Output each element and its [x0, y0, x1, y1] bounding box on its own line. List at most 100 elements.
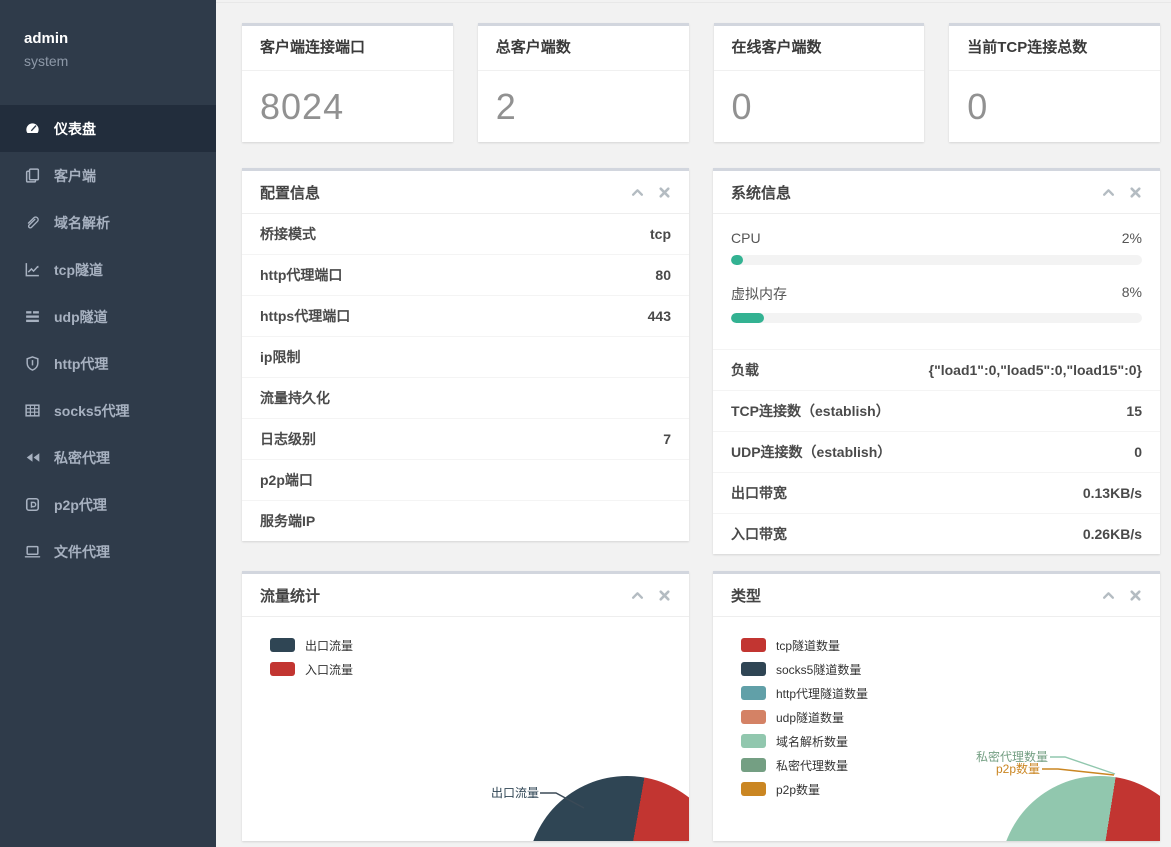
legend-label: 出口流量: [305, 638, 354, 653]
table-icon: [24, 402, 41, 419]
sidebar-item-仪表盘[interactable]: 仪表盘: [0, 105, 216, 152]
legend-swatch: [741, 782, 766, 796]
sidebar-item-socks5代理[interactable]: socks5代理: [0, 387, 216, 434]
copy-icon: [24, 167, 41, 184]
sidebar-item-p2p代理[interactable]: p2p代理: [0, 481, 216, 528]
legend-item[interactable]: socks5隧道数量: [741, 657, 1160, 681]
legend-item[interactable]: 入口流量: [270, 657, 689, 681]
legend-label: http代理隧道数量: [776, 686, 869, 701]
close-icon[interactable]: [1129, 589, 1142, 602]
sidebar-item-http代理[interactable]: http代理: [0, 340, 216, 387]
collapse-icon[interactable]: [1102, 589, 1115, 602]
chart-line-icon: [24, 261, 41, 278]
content-inner: 客户端连接端口 8024 总客户端数 2 在线客户端数 0 当前TCP连接总数 0 配置信息 …: [242, 23, 1160, 841]
gauge-CPU: CPU 2%: [731, 230, 1142, 265]
stat-card-value: 0: [731, 85, 753, 127]
sidebar-item-label: p2p代理: [54, 496, 107, 513]
close-icon[interactable]: [658, 589, 671, 602]
row-label: 桥接模式: [260, 226, 316, 242]
sidebar-item-域名解析[interactable]: 域名解析: [0, 199, 216, 246]
legend-item[interactable]: 域名解析数量: [741, 729, 1160, 753]
paperclip-icon: [24, 214, 41, 231]
sidebar-item-label: tcp隧道: [54, 261, 103, 278]
row-value: 443: [647, 308, 671, 324]
sidebar-item-label: 私密代理: [54, 449, 110, 466]
legend-swatch: [741, 638, 766, 652]
row-label: https代理端口: [260, 308, 351, 324]
list-icon: [24, 308, 41, 325]
row-value: 80: [655, 267, 671, 283]
table-row: https代理端口 443: [242, 296, 689, 337]
table-row: UDP连接数（establish） 0: [713, 432, 1160, 473]
legend-item[interactable]: tcp隧道数量: [741, 633, 1160, 657]
sidebar-item-udp隧道[interactable]: udp隧道: [0, 293, 216, 340]
info-panels-row: 配置信息 桥接模式 tcp http代理端口 80 https代理端口 443 ip限制 流量…: [242, 168, 1160, 554]
row-value: 7: [663, 431, 671, 447]
close-icon[interactable]: [658, 186, 671, 199]
legend-swatch: [741, 686, 766, 700]
sidebar-item-客户端[interactable]: 客户端: [0, 152, 216, 199]
pie-slice-label: p2p数量: [995, 762, 1040, 776]
gauge-header: CPU 2%: [731, 230, 1142, 246]
system-gauges: CPU 2% 虚拟内存 8%: [713, 214, 1160, 350]
legend-swatch: [270, 662, 295, 676]
legend-swatch: [741, 734, 766, 748]
row-label: 日志级别: [260, 431, 316, 447]
row-label: http代理端口: [260, 267, 343, 283]
row-label: TCP连接数（establish）: [731, 403, 890, 419]
traffic-panel-header: 流量统计: [242, 574, 689, 617]
table-row: p2p端口: [242, 460, 689, 501]
user-name: admin: [24, 30, 69, 47]
progress-track: [731, 255, 1142, 265]
user-role: system: [24, 53, 69, 69]
gauge-header: 虚拟内存 8%: [731, 284, 1142, 304]
stat-card-title: 客户端连接端口: [242, 26, 453, 71]
sidebar-item-私密代理[interactable]: 私密代理: [0, 434, 216, 481]
sidebar-item-label: 客户端: [54, 167, 96, 184]
row-label: 负载: [731, 362, 759, 378]
row-value: 0.26KB/s: [1082, 526, 1142, 542]
row-value: {"load1":0,"load5":0,"load15":0}: [928, 362, 1142, 378]
system-panel: 系统信息 CPU 2% 虚拟内存 8% 负载 {"load1":0,"load5":0,…: [713, 168, 1160, 554]
config-panel: 配置信息 桥接模式 tcp http代理端口 80 https代理端口 443 ip限制 流量…: [242, 168, 689, 541]
progress-fill: [731, 313, 764, 323]
row-value: 0.13KB/s: [1082, 485, 1142, 501]
legend-label: 入口流量: [305, 662, 354, 677]
chart-panels-row: 流量统计 出口流量 入口流量 出口流量 类型 tcp隧道数量 socks5隧道数…: [242, 571, 1160, 841]
table-row: http代理端口 80: [242, 255, 689, 296]
type-panel-title: 类型: [731, 587, 762, 605]
table-row: 负载 {"load1":0,"load5":0,"load15":0}: [713, 350, 1160, 391]
collapse-icon[interactable]: [631, 589, 644, 602]
legend-swatch: [741, 710, 766, 724]
shield-icon: [24, 355, 41, 372]
collapse-icon[interactable]: [631, 186, 644, 199]
stat-card: 总客户端数 2: [477, 23, 689, 142]
sidebar-item-label: 仪表盘: [54, 120, 96, 137]
system-panel-title: 系统信息: [731, 184, 792, 202]
legend-item[interactable]: http代理隧道数量: [741, 681, 1160, 705]
user-block: admin system: [0, 0, 216, 97]
legend-item[interactable]: 出口流量: [270, 633, 689, 657]
row-value: 0: [1134, 444, 1142, 460]
stat-card-value: 0: [967, 85, 989, 127]
content-area: 客户端连接端口 8024 总客户端数 2 在线客户端数 0 当前TCP连接总数 0 配置信息 …: [216, 0, 1171, 847]
sidebar-item-tcp隧道[interactable]: tcp隧道: [0, 246, 216, 293]
legend-item[interactable]: udp隧道数量: [741, 705, 1160, 729]
table-row: 流量持久化: [242, 378, 689, 419]
legend-item[interactable]: 私密代理数量: [741, 753, 1160, 777]
row-value: 15: [1126, 403, 1142, 419]
table-row: 服务端IP: [242, 501, 689, 541]
row-label: 服务端IP: [260, 513, 316, 529]
legend-label: 私密代理数量: [776, 758, 849, 773]
gauge-icon: [24, 120, 41, 137]
collapse-icon[interactable]: [1102, 186, 1115, 199]
square-icon: [24, 496, 41, 513]
legend-label: socks5隧道数量: [776, 662, 862, 677]
row-label: ip限制: [260, 349, 301, 365]
close-icon[interactable]: [1129, 186, 1142, 199]
sidebar-item-文件代理[interactable]: 文件代理: [0, 528, 216, 575]
sidebar: admin system 仪表盘客户端域名解析 tcp隧道 udp隧道 http代理 s…: [0, 0, 216, 847]
config-panel-title: 配置信息: [260, 184, 321, 202]
row-label: UDP连接数（establish）: [731, 444, 892, 460]
sidebar-item-label: socks5代理: [54, 402, 130, 419]
